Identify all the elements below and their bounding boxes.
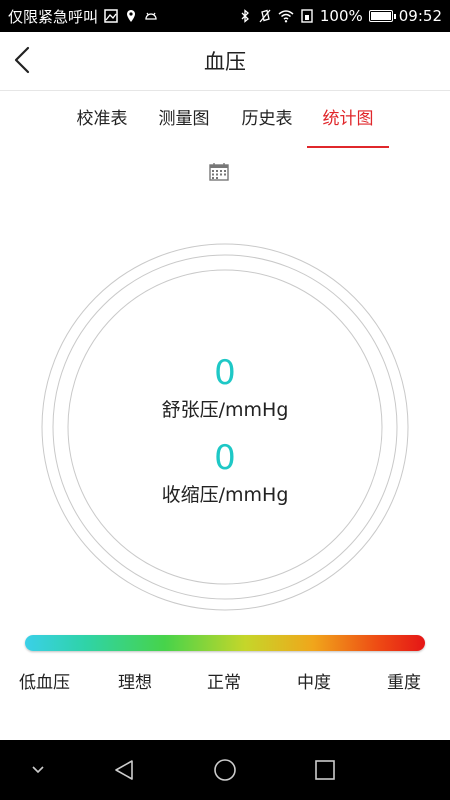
status-bar: 仅限紧急呼叫 100% 09:52 (0, 0, 450, 32)
page-title: 血压 (204, 50, 246, 74)
tab-statistics[interactable]: 统计图 (307, 100, 389, 148)
inner-ring (67, 269, 383, 585)
calendar-icon[interactable] (209, 162, 229, 181)
systolic-value: 0 (214, 438, 236, 478)
level-severe: 重度 (387, 673, 421, 693)
level-normal: 正常 (207, 673, 241, 693)
level-ideal: 理想 (118, 673, 152, 693)
tab-history[interactable]: 历史表 (239, 100, 295, 146)
carrier-status-text: 仅限紧急呼叫 (8, 7, 99, 26)
vibrate-off-icon (259, 9, 271, 23)
diastolic-reading: 0 舒张压/mmHg (0, 353, 450, 422)
pressure-scale-labels: 低血压 理想 正常 中度 重度 (0, 668, 450, 693)
nav-recents-icon[interactable] (314, 759, 336, 781)
image-icon (104, 9, 118, 23)
nav-home-icon[interactable] (213, 758, 237, 782)
diastolic-unit-label: 舒张压/mmHg (161, 399, 289, 421)
android-icon (145, 12, 157, 20)
battery-percent: 100% (319, 7, 363, 25)
navigation-bar (0, 740, 450, 800)
systolic-unit-label: 收缩压/mmHg (161, 484, 289, 506)
wifi-icon (278, 10, 294, 23)
tab-bar: 校准表 测量图 历史表 统计图 (60, 100, 400, 148)
sim-icon (301, 9, 313, 23)
systolic-reading: 0 收缩压/mmHg (0, 438, 450, 507)
location-icon (127, 10, 136, 22)
tab-measurement-chart[interactable]: 测量图 (156, 100, 212, 146)
diastolic-value: 0 (214, 353, 236, 393)
chevron-down-icon[interactable] (31, 765, 45, 775)
level-low: 低血压 (19, 673, 70, 693)
title-bar: 血压 (0, 32, 450, 91)
outer-ring (41, 243, 409, 611)
nav-back-icon[interactable] (113, 759, 135, 781)
pressure-scale-bar (25, 635, 425, 651)
tab-calibration[interactable]: 校准表 (74, 100, 130, 146)
level-moderate: 中度 (297, 673, 331, 693)
clock-time: 09:52 (398, 7, 442, 25)
battery-icon (368, 10, 396, 22)
gauge-rings (41, 243, 409, 611)
middle-ring (52, 254, 398, 600)
bluetooth-icon (241, 9, 249, 23)
